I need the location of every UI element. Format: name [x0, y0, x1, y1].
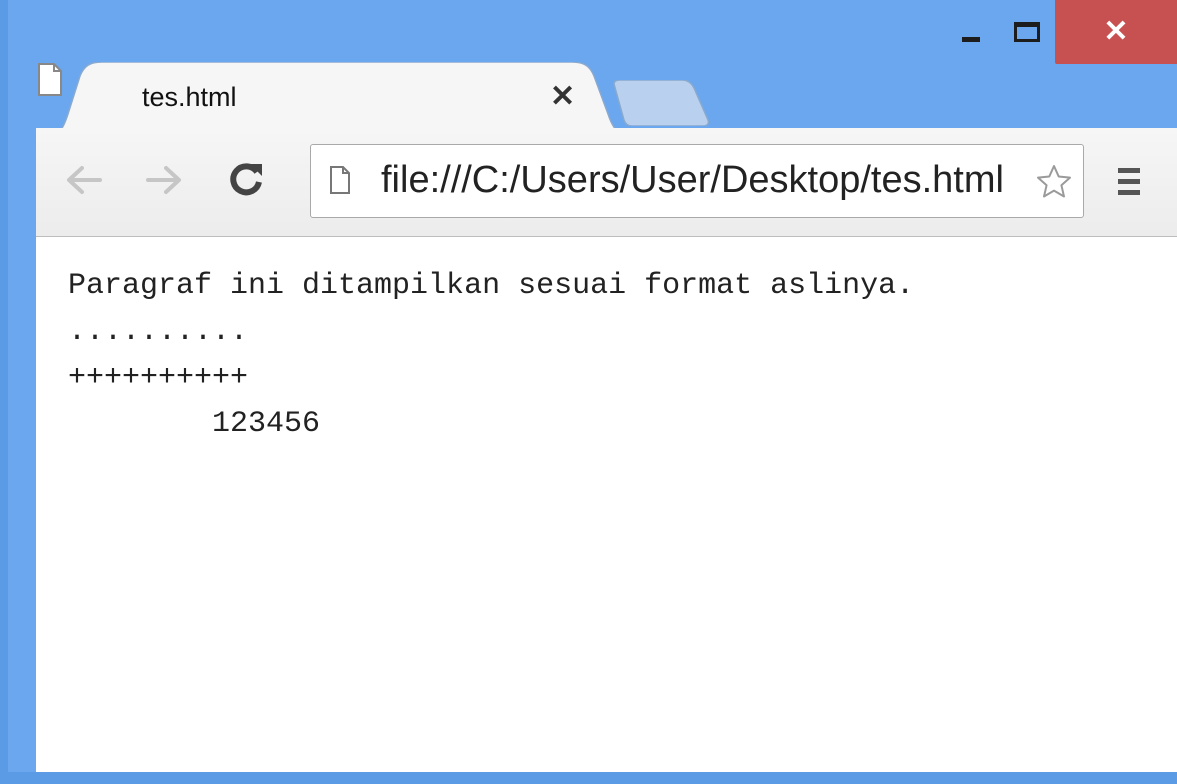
new-tab-button[interactable] — [612, 80, 712, 126]
page-icon — [38, 63, 62, 96]
window-controls: ✕ — [943, 0, 1177, 64]
maximize-icon — [1014, 22, 1040, 42]
minimize-icon — [962, 36, 980, 42]
tab-close-icon[interactable]: ✕ — [550, 79, 575, 114]
reload-button[interactable] — [224, 158, 268, 202]
browser-window: ✕ tes.html ✕ file:///C:/Users/User/Deskt… — [0, 0, 1177, 784]
browser-toolbar: file:///C:/Users/User/Desktop/tes.html — [36, 128, 1177, 237]
reload-icon — [230, 163, 262, 196]
forward-arrow-icon — [146, 166, 181, 194]
star-icon[interactable] — [1035, 163, 1073, 201]
window-bottom-border — [0, 772, 1177, 784]
back-button[interactable] — [62, 158, 106, 202]
url-text[interactable]: file:///C:/Users/User/Desktop/tes.html — [381, 159, 1031, 202]
text-line: ++++++++++ — [68, 361, 249, 395]
minimize-button[interactable] — [943, 0, 999, 64]
close-icon: ✕ — [1103, 15, 1129, 48]
close-window-button[interactable]: ✕ — [1055, 0, 1177, 64]
hamburger-menu-icon[interactable] — [1114, 162, 1154, 202]
page-content: Paragraf ini ditampilkan sesuai format a… — [36, 237, 1177, 772]
preformatted-text: Paragraf ini ditampilkan sesuai format a… — [68, 263, 914, 447]
text-line: 123456 — [68, 407, 321, 441]
text-line: .......... — [68, 315, 249, 349]
back-arrow-icon — [67, 166, 102, 194]
maximize-button[interactable] — [999, 0, 1055, 64]
tab-title: tes.html — [142, 82, 237, 112]
tab-active[interactable]: tes.html ✕ — [36, 62, 642, 138]
address-bar[interactable]: file:///C:/Users/User/Desktop/tes.html — [310, 144, 1084, 218]
forward-button[interactable] — [142, 158, 186, 202]
text-line: Paragraf ini ditampilkan sesuai format a… — [68, 269, 915, 303]
page-icon — [330, 166, 350, 194]
